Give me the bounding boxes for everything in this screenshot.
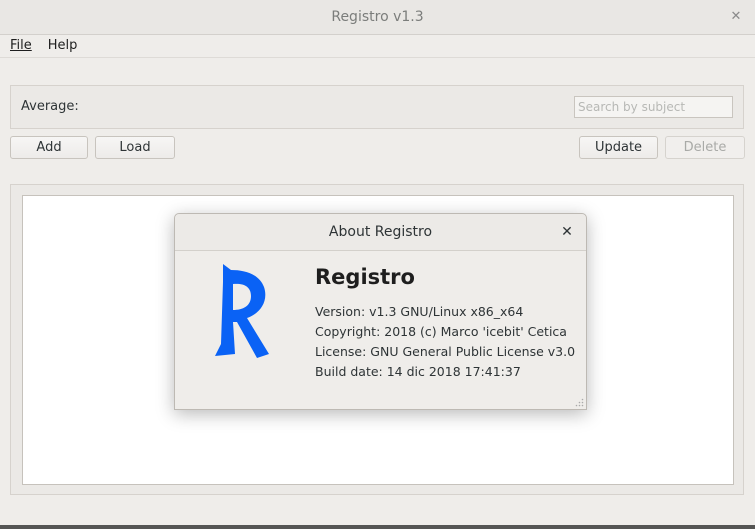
close-icon[interactable]: ✕	[727, 8, 745, 26]
search-input[interactable]	[574, 96, 733, 118]
average-panel: Average:	[10, 85, 744, 129]
about-title-bar[interactable]: About Registro ✕	[175, 214, 586, 251]
menu-bar: File Help	[0, 35, 755, 56]
resize-grip-icon[interactable]	[575, 398, 584, 407]
about-license: License: GNU General Public License v3.0	[315, 344, 576, 359]
menu-help[interactable]: Help	[48, 38, 78, 53]
about-version: Version: v1.3 GNU/Linux x86_x64	[315, 304, 524, 319]
about-dialog: About Registro ✕ Registro Version: v1.3 …	[174, 213, 587, 410]
about-copyright: Copyright: 2018 (c) Marco 'icebit' Cetic…	[315, 324, 567, 339]
title-bar[interactable]: Registro v1.3 ✕	[0, 0, 755, 35]
menu-file[interactable]: File	[10, 38, 32, 53]
about-title: About Registro	[328, 224, 433, 240]
window-bottom-edge	[0, 525, 755, 529]
about-build-date: Build date: 14 dic 2018 17:41:37	[315, 364, 521, 379]
load-button[interactable]: Load	[95, 136, 175, 159]
update-button[interactable]: Update	[579, 136, 658, 159]
window-title: Registro v1.3	[331, 9, 424, 25]
registro-logo-icon	[215, 264, 269, 358]
delete-button[interactable]: Delete	[665, 136, 745, 159]
about-close-icon[interactable]: ✕	[558, 223, 576, 241]
menu-separator	[0, 57, 755, 58]
about-app-name: Registro	[315, 265, 415, 289]
add-button[interactable]: Add	[10, 136, 88, 159]
average-label: Average:	[21, 99, 79, 114]
main-window: Registro v1.3 ✕ File Help Average: Add L…	[0, 0, 755, 529]
